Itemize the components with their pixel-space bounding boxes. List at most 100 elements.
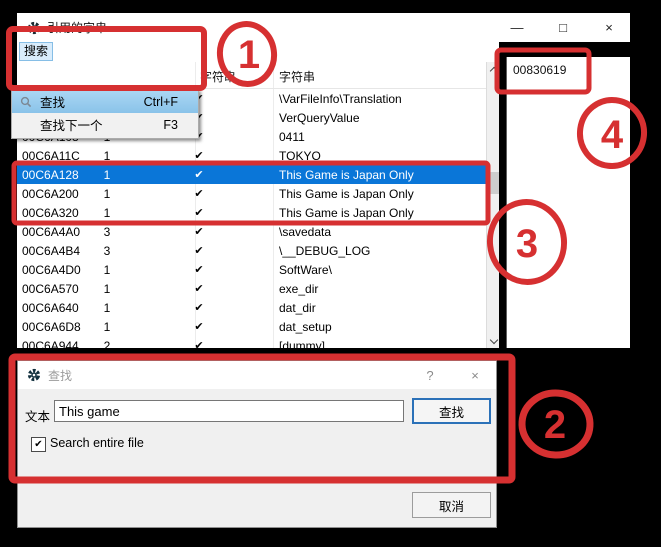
close-icon[interactable]: ×	[586, 13, 632, 42]
row-address: 00C6A640	[17, 301, 92, 315]
table-scrollbar[interactable]	[486, 62, 500, 348]
row-string: \savedata	[279, 225, 331, 239]
find-dialog: 查找 ? × 文本 查找 ✔ Search entire file 取消	[17, 360, 497, 528]
menu-item-find[interactable]: 查找 Ctrl+F	[12, 90, 198, 113]
find-button[interactable]: 查找	[412, 398, 491, 424]
table-row[interactable]: 00C6A320 1 ✔ This Game is Japan Only	[17, 203, 486, 222]
menu-item-find-next[interactable]: 查找下一个 F3	[12, 113, 198, 136]
row-count: 2	[92, 339, 122, 349]
row-string: 0411	[279, 130, 305, 144]
table-row[interactable]: 00C6A944 2 ✔ [dummy]	[17, 336, 486, 348]
check-icon: ✔	[184, 206, 214, 219]
row-string: \VarFileInfo\Translation	[279, 92, 402, 106]
table-row[interactable]: 00C6A11C 1 ✔ TOKYO	[17, 146, 486, 165]
annotation-number-2: 2	[544, 403, 566, 447]
row-string: exe_dir	[279, 282, 318, 296]
menu-search[interactable]: 搜索	[19, 42, 53, 61]
window-controls: — □ ×	[494, 13, 632, 42]
row-count: 1	[92, 282, 122, 296]
minimize-icon[interactable]: —	[494, 13, 540, 42]
table-row[interactable]: 00C6A4B4 3 ✔ \__DEBUG_LOG	[17, 241, 486, 260]
pane-splitter[interactable]	[499, 42, 506, 348]
app-gear-icon	[27, 21, 41, 35]
check-icon: ✔	[184, 225, 214, 238]
magnifier-icon	[12, 96, 40, 108]
check-icon: ✔	[184, 244, 214, 257]
window-title: 引用的字串	[47, 19, 107, 36]
row-count: 3	[92, 244, 122, 258]
checkbox-check-icon: ✔	[34, 440, 42, 450]
row-address: 00C6A6D8	[17, 320, 92, 334]
side-panel: 00830619	[506, 57, 630, 348]
row-count: 1	[92, 149, 122, 163]
check-icon: ✔	[184, 263, 214, 276]
check-icon: ✔	[184, 187, 214, 200]
row-address: 00C6A4B4	[17, 244, 92, 258]
row-string: dat_setup	[279, 320, 332, 334]
row-string: This Game is Japan Only	[279, 206, 414, 220]
row-string: This Game is Japan Only	[279, 187, 414, 201]
menu-item-label: 查找	[40, 92, 144, 111]
check-icon: ✔	[184, 149, 214, 162]
cancel-button[interactable]: 取消	[412, 492, 491, 518]
dialog-gear-icon	[27, 368, 41, 382]
dialog-title-bar: 查找 ? ×	[18, 361, 496, 389]
chevron-down-icon	[489, 336, 497, 344]
maximize-icon[interactable]: □	[540, 13, 586, 42]
table-row[interactable]: 00C6A640 1 ✔ dat_dir	[17, 298, 486, 317]
row-address: 00C6A128	[17, 168, 92, 182]
row-string: This Game is Japan Only	[279, 168, 414, 182]
menu-item-label: 查找下一个	[40, 115, 163, 134]
help-icon[interactable]: ?	[420, 366, 440, 384]
table-row[interactable]: 00C6A4A0 3 ✔ \savedata	[17, 222, 486, 241]
row-address: 00C6A11C	[17, 149, 92, 163]
check-icon: ✔	[184, 301, 214, 314]
row-address: 00C6A944	[17, 339, 92, 349]
background-gap	[499, 42, 630, 57]
table-row[interactable]: 00C6A570 1 ✔ exe_dir	[17, 279, 486, 298]
header-string-2[interactable]: 字符串	[279, 68, 315, 85]
strings-window: 引用的字串 — □ × 搜索 查找 Ctrl+F	[17, 13, 630, 348]
screenshot-stage: 引用的字串 — □ × 搜索 查找 Ctrl+F	[0, 0, 661, 547]
row-count: 1	[92, 263, 122, 277]
checkbox-label: Search entire file	[50, 436, 144, 450]
dialog-close-icon[interactable]: ×	[465, 366, 485, 384]
check-icon: ✔	[184, 320, 214, 333]
row-string: TOKYO	[279, 149, 321, 163]
text-field-label: 文本	[25, 406, 50, 425]
row-address: 00C6A4A0	[17, 225, 92, 239]
menu-item-shortcut: F3	[163, 118, 178, 132]
header-string-1[interactable]: 字符串	[200, 68, 236, 85]
table-row[interactable]: 00C6A4D0 1 ✔ SoftWare\	[17, 260, 486, 279]
table-row[interactable]: 00C6A6D8 1 ✔ dat_setup	[17, 317, 486, 336]
annotation-circle-2	[520, 391, 592, 458]
search-entire-file-checkbox[interactable]: ✔	[31, 437, 46, 452]
row-string: \__DEBUG_LOG	[279, 244, 370, 258]
row-count: 1	[92, 320, 122, 334]
menu-bar: 搜索 查找 Ctrl+F 查找下一个 F3	[17, 42, 499, 62]
check-icon: ✔	[184, 282, 214, 295]
row-address: 00C6A200	[17, 187, 92, 201]
check-icon: ✔	[184, 339, 214, 348]
row-string: SoftWare\	[279, 263, 332, 277]
side-panel-value: 00830619	[513, 63, 630, 77]
scrollbar-thumb[interactable]	[488, 172, 499, 194]
row-count: 1	[92, 187, 122, 201]
row-string: dat_dir	[279, 301, 316, 315]
table-row[interactable]: 00C6A128 1 ✔ This Game is Japan Only	[17, 165, 486, 184]
find-text-input[interactable]	[54, 400, 404, 422]
table-row[interactable]: 00C6A200 1 ✔ This Game is Japan Only	[17, 184, 486, 203]
table-header: 字符串 字符串	[17, 62, 486, 89]
dialog-title: 查找	[48, 367, 72, 384]
row-address: 00C6A4D0	[17, 263, 92, 277]
search-dropdown-menu: 查找 Ctrl+F 查找下一个 F3	[11, 89, 199, 139]
chevron-up-icon	[489, 66, 497, 74]
row-address: 00C6A570	[17, 282, 92, 296]
check-icon: ✔	[184, 168, 214, 181]
row-string: VerQueryValue	[279, 111, 360, 125]
menu-item-shortcut: Ctrl+F	[144, 95, 178, 109]
row-count: 1	[92, 301, 122, 315]
row-count: 1	[92, 168, 122, 182]
row-count: 1	[92, 206, 122, 220]
row-string: [dummy]	[279, 339, 325, 349]
